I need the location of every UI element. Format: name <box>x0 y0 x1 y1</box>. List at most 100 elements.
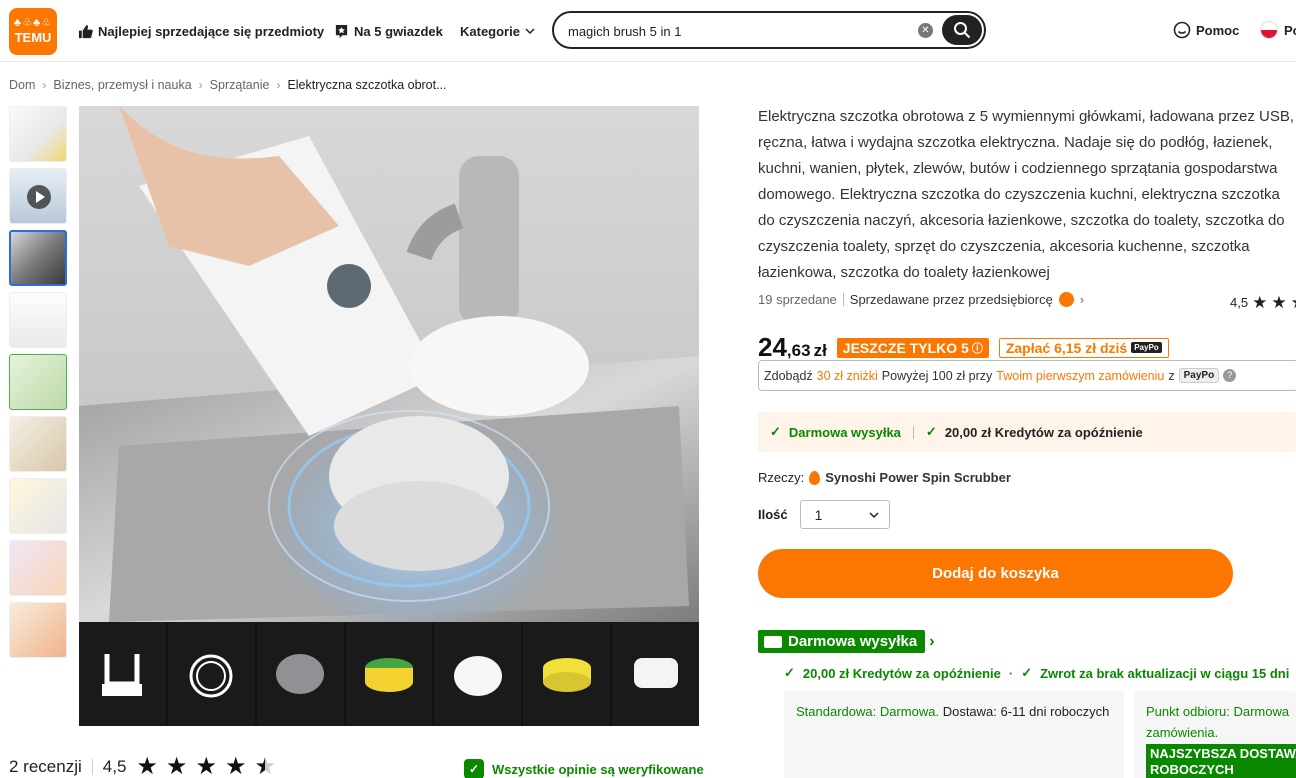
verified-reviews-note: ✓ Wszystkie opinie są weryfikowane <box>464 759 704 778</box>
divider <box>912 425 914 439</box>
nav-categories[interactable]: Kategorie <box>460 21 535 41</box>
review-score: 4,5 <box>102 757 127 776</box>
promo-discount: 30 zł zniżki <box>816 368 878 383</box>
item-variant-row: Rzeczy: Synoshi Power Spin Scrubber <box>758 470 1011 485</box>
quantity-select[interactable]: 1 <box>799 500 890 529</box>
search-icon <box>954 22 971 39</box>
question-icon[interactable]: ? <box>1223 369 1237 382</box>
shipping-benefits: ✓ 20,00 zł Kredytów za opóźnienie · ✓ Zw… <box>784 665 1289 681</box>
delay-credit-label: 20,00 zł Kredytów za opóźnienie <box>944 424 1143 440</box>
sales-seller-row: 19 sprzedane Sprzedawane przez przedsięb… <box>758 292 1296 307</box>
chevron-right-icon: › <box>1079 292 1085 307</box>
rating-stars: ★ ★ ★ ★ ★ <box>136 753 276 778</box>
thumbnail[interactable] <box>9 106 67 162</box>
promo-middle: Powyżej 100 zł przy <box>881 368 993 383</box>
thumbnail[interactable] <box>9 478 67 534</box>
pickup-label: Punkt odbioru: Darmowa <box>1146 704 1290 719</box>
stock-tag-label: JESZCZE TYLKO 5 <box>842 339 969 356</box>
star-icon: ★ <box>1252 293 1268 312</box>
star-icon: ★ <box>1291 294 1296 311</box>
breadcrumb-current: Elektryczna szczotka obrot... <box>287 78 447 92</box>
reviews-summary: 2 recenzji 4,5 ★ ★ ★ ★ ★ <box>9 753 276 778</box>
free-shipping-label: Darmowa wysyłka <box>788 424 901 440</box>
accessory-usb-cable <box>167 622 255 726</box>
promo-banner[interactable]: Zdobądź 30 zł zniżki Powyżej 100 zł przy… <box>758 360 1296 391</box>
fastest-delivery-badge: NAJSZYBSZA DOSTAWA ROBOCZYCH <box>1146 744 1296 778</box>
star-badge-icon <box>335 24 348 38</box>
breadcrumb-home[interactable]: Dom <box>9 78 35 92</box>
accessory-holder <box>79 622 166 726</box>
logo-symbols: ♣♧♣♧ <box>13 17 53 29</box>
accessory-bristle-brush <box>612 622 699 726</box>
nav-five-stars[interactable]: Na 5 gwiazdek <box>334 21 443 41</box>
review-count[interactable]: 2 recenzji <box>9 757 82 777</box>
clear-icon[interactable]: ✕ <box>918 23 933 38</box>
accessory-polish-pad <box>434 622 522 726</box>
help-link[interactable]: Pomoc <box>1173 21 1239 39</box>
seller-link[interactable]: Sprzedawane przez przedsiębiorcę <box>850 292 1053 307</box>
breadcrumb-category[interactable]: Biznes, przemysł i nauka <box>53 78 191 92</box>
free-shipping-title-label: Darmowa wysyłka <box>788 633 918 650</box>
shipping-highlight: ✓ Darmowa wysyłka ✓ 20,00 zł Kredytów za… <box>758 412 1296 452</box>
breadcrumb-subcategory[interactable]: Sprzątanie <box>210 78 270 92</box>
divider <box>91 759 93 775</box>
play-icon <box>27 185 51 209</box>
nav-bestsellers[interactable]: Najlepiej sprzedające się przedmioty <box>78 21 324 41</box>
thumbnail[interactable] <box>9 354 67 410</box>
smiley-icon <box>1173 21 1191 39</box>
check-icon: ✓ <box>1021 665 1033 680</box>
chevron-down-icon <box>869 511 879 518</box>
thumbs-up-icon <box>78 24 93 38</box>
help-label: Pomoc <box>1196 22 1240 38</box>
thumbnail[interactable] <box>9 602 67 658</box>
free-shipping-section-title[interactable]: Darmowa wysyłka › <box>758 630 935 653</box>
promo-first-order: Twoim pierwszym zamówieniu <box>996 368 1165 383</box>
search-input[interactable] <box>568 22 898 40</box>
shield-check-icon: ✓ <box>464 759 484 778</box>
separator-dot: · <box>1008 665 1014 681</box>
star-icon: ★ <box>136 753 158 778</box>
price-cents: ,63 <box>786 341 811 360</box>
question-icon[interactable]: ⓘ <box>972 340 983 356</box>
language-selector[interactable]: Po <box>1260 21 1296 39</box>
thumbnail-selected[interactable] <box>9 230 67 286</box>
chevron-right-icon: › <box>276 78 281 92</box>
thumbnail[interactable] <box>9 292 67 348</box>
standard-label: Standardowa: Darmowa. <box>796 704 940 719</box>
standard-delivery: Dostawa: 6-11 dni roboczych <box>942 704 1110 719</box>
verified-label: Wszystkie opinie są weryfikowane <box>492 761 704 777</box>
nav-bestsellers-label: Najlepiej sprzedające się przedmioty <box>98 23 325 39</box>
paypo-mini-logo: PayPo <box>1131 342 1162 353</box>
quantity-row: Ilość 1 <box>758 500 890 529</box>
fastest-line-1: NAJSZYBSZA DOSTAWA <box>1150 746 1296 761</box>
add-to-cart-button[interactable]: Dodaj do koszyka <box>758 549 1233 598</box>
product-photo <box>79 106 699 636</box>
price: 24,63 zł <box>758 332 827 363</box>
standard-shipping-option[interactable]: Standardowa: Darmowa. Dostawa: 6-11 dni … <box>784 691 1124 778</box>
check-icon: ✓ <box>925 424 937 439</box>
pay-today-tag[interactable]: Zapłać 6,15 zł dziś PayPo <box>998 337 1169 358</box>
thumbnail-list <box>9 106 67 664</box>
refund-benefit: Zwrot za brak aktualizacji w ciągu 15 dn… <box>1040 665 1290 681</box>
rating-summary[interactable]: 4,5 ★ ★ ★ <box>1230 293 1296 312</box>
nav-categories-label: Kategorie <box>460 23 520 39</box>
top-header: ♣♧♣♧ TEMU Najlepiej sprzedające się prze… <box>0 0 1296 62</box>
search-button[interactable] <box>942 15 982 45</box>
paypo-logo: PayPo <box>1178 368 1220 383</box>
main-product-image[interactable] <box>79 106 699 726</box>
star-icon: ★ <box>1271 293 1287 312</box>
credit-benefit: 20,00 zł Kredytów za opóźnienie <box>802 665 1001 681</box>
thumbnail[interactable] <box>9 416 67 472</box>
quantity-label: Ilość <box>758 507 788 522</box>
chevron-down-icon <box>525 28 535 35</box>
star-icon: ★ <box>195 753 217 778</box>
video-thumbnail[interactable] <box>9 168 67 224</box>
pickup-shipping-option[interactable]: Punkt odbioru: Darmowa zamówienia. NAJSZ… <box>1134 691 1296 778</box>
thumbnail[interactable] <box>9 540 67 596</box>
pickup-label-2: zamówienia. <box>1146 725 1219 740</box>
star-icon: ★ <box>165 753 188 778</box>
free-shipping-badge: Darmowa wysyłka <box>758 630 926 653</box>
temu-logo[interactable]: ♣♧♣♧ TEMU <box>9 8 57 55</box>
product-title: Elektryczna szczotka obrotowa z 5 wymien… <box>758 108 1295 281</box>
flame-icon <box>809 470 821 485</box>
